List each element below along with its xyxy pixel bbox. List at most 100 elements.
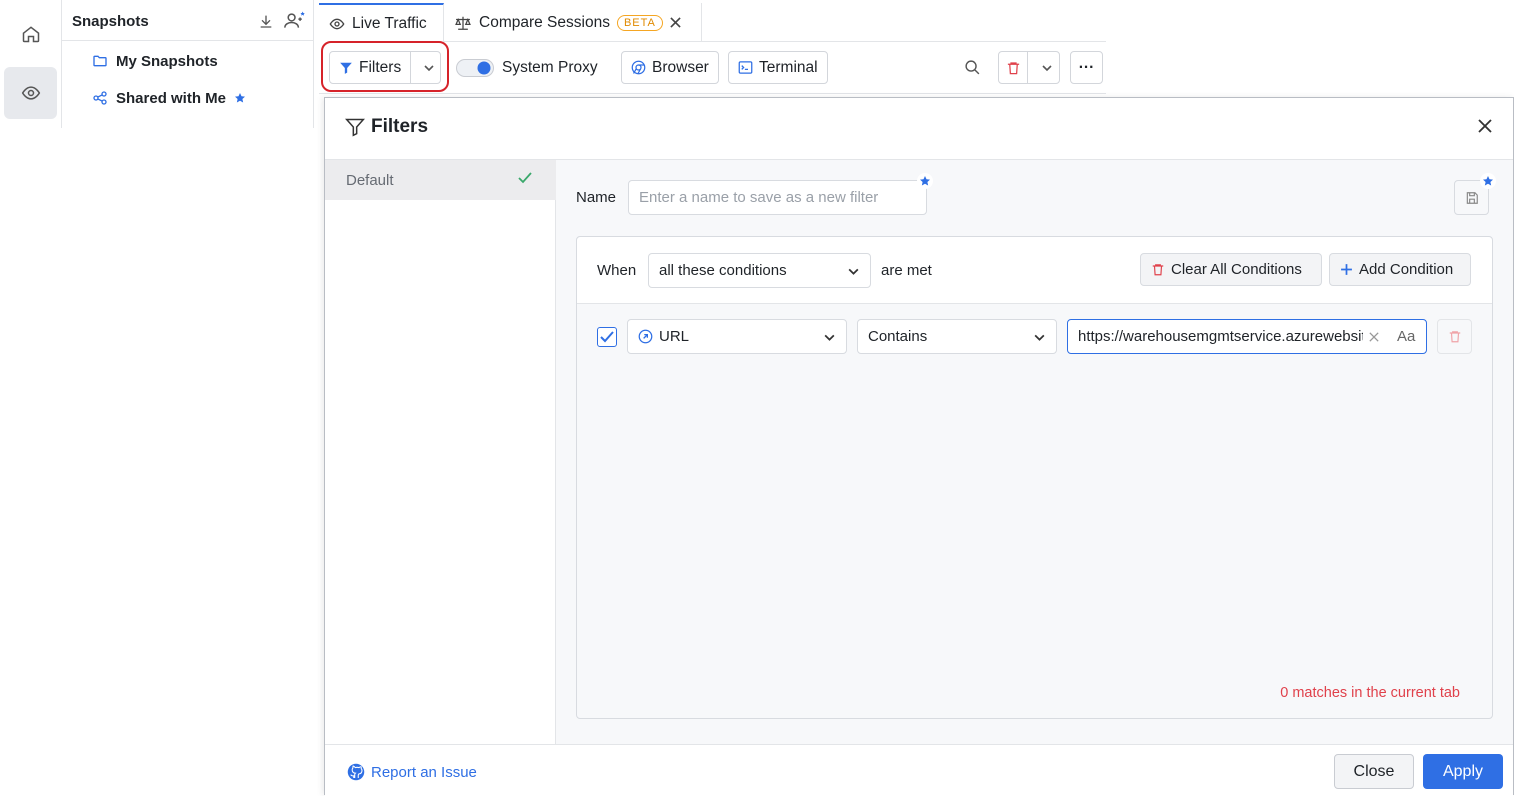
condition-value-text: https://warehousemgmtservice.azurewebsit… — [1078, 328, 1363, 345]
save-icon — [1465, 191, 1479, 205]
terminal-label: Terminal — [759, 58, 818, 76]
add-condition-button[interactable]: Add Condition — [1329, 253, 1471, 286]
filters-dropdown-button[interactable] — [417, 52, 440, 83]
check-icon — [518, 172, 532, 184]
clear-all-label: Clear All Conditions — [1171, 261, 1302, 278]
clear-traffic-button[interactable] — [999, 52, 1029, 83]
filter-presets-list: Default — [325, 160, 556, 744]
eye-icon — [21, 83, 41, 103]
share-icon — [92, 90, 108, 106]
condition-value-input[interactable]: https://warehousemgmtservice.azurewebsit… — [1067, 319, 1427, 354]
chevron-down-icon — [823, 331, 836, 344]
filters-modal: Filters Default Name Enter a name to sav… — [324, 97, 1514, 796]
delete-condition-button[interactable] — [1437, 319, 1472, 354]
download-icon[interactable] — [258, 13, 274, 29]
clear-traffic-split-button — [998, 51, 1060, 84]
home-icon — [21, 24, 41, 44]
snapshots-header: Snapshots — [62, 3, 314, 41]
chevron-down-icon — [1033, 331, 1046, 344]
condition-operator-value: Contains — [868, 328, 928, 345]
report-issue-label: Report an Issue — [371, 763, 477, 781]
tab-label: Live Traffic — [352, 14, 427, 32]
report-issue-link[interactable]: Report an Issue — [347, 763, 477, 781]
matches-count-text: 0 matches in the current tab — [1280, 685, 1460, 701]
more-icon: ··· — [1078, 58, 1095, 76]
tab-label: Compare Sessions — [479, 13, 610, 31]
system-proxy-toggle[interactable]: System Proxy — [456, 59, 598, 77]
conditions-header: When all these conditions are met Clear … — [577, 237, 1492, 304]
shared-with-me-item[interactable]: Shared with Me — [92, 86, 246, 110]
my-snapshots-label: My Snapshots — [116, 52, 218, 70]
clear-all-conditions-button[interactable]: Clear All Conditions — [1140, 253, 1322, 286]
close-icon[interactable] — [1477, 118, 1493, 134]
name-label: Name — [576, 189, 617, 206]
modal-footer: Report an Issue Close Apply — [325, 744, 1513, 796]
filters-label: Filters — [359, 58, 402, 76]
snapshots-title: Snapshots — [72, 13, 149, 30]
folder-icon — [92, 53, 108, 69]
toolbar: Filters System Proxy Browser Terminal ··… — [319, 41, 1106, 94]
shared-with-me-label: Shared with Me — [116, 89, 227, 107]
more-button[interactable]: ··· — [1070, 51, 1103, 84]
eye-icon — [329, 16, 345, 32]
match-case-toggle[interactable]: Aa — [1397, 328, 1415, 345]
terminal-icon — [738, 60, 753, 75]
home-button[interactable] — [4, 8, 57, 60]
filter-outline-icon — [345, 117, 365, 137]
modal-title: Filters — [345, 116, 428, 138]
url-icon — [638, 329, 653, 344]
toggle-switch[interactable] — [456, 59, 494, 77]
browser-button[interactable]: Browser — [621, 51, 719, 84]
scale-icon — [454, 15, 472, 31]
add-condition-label: Add Condition — [1359, 261, 1454, 278]
plus-icon — [1340, 263, 1353, 276]
snapshots-panel: Snapshots My Snapshots Shared with Me — [62, 0, 314, 128]
search-icon[interactable] — [964, 59, 981, 76]
github-icon — [347, 763, 365, 781]
conditions-box: When all these conditions are met Clear … — [576, 236, 1493, 719]
trash-icon — [1151, 262, 1165, 277]
close-button[interactable]: Close — [1334, 754, 1414, 789]
filters-button[interactable]: Filters — [330, 52, 412, 83]
star-icon — [917, 173, 933, 189]
terminal-button[interactable]: Terminal — [728, 51, 828, 84]
clear-dropdown-button[interactable] — [1034, 52, 1059, 83]
condition-operator-select[interactable]: Contains — [857, 319, 1057, 354]
trash-icon — [1006, 60, 1021, 76]
tab-compare-sessions[interactable]: Compare Sessions BETA — [444, 3, 702, 42]
tab-bar: Live Traffic Compare Sessions BETA — [319, 3, 1106, 42]
match-mode-value: all these conditions — [659, 262, 787, 279]
are-met-label: are met — [881, 262, 932, 279]
my-snapshots-item[interactable]: My Snapshots — [92, 49, 218, 73]
share-user-icon[interactable] — [284, 10, 306, 30]
star-icon — [1480, 173, 1496, 189]
left-rail — [0, 0, 62, 128]
modal-title-text: Filters — [371, 116, 429, 137]
modal-header: Filters — [325, 98, 1513, 160]
browser-label: Browser — [652, 58, 709, 76]
match-mode-select[interactable]: all these conditions — [648, 253, 871, 288]
condition-enabled-checkbox[interactable] — [597, 327, 617, 347]
preset-default[interactable]: Default — [325, 160, 556, 200]
condition-field-select[interactable]: URL — [627, 319, 847, 354]
filter-editor: Name Enter a name to save as a new filte… — [556, 160, 1513, 744]
tab-live-traffic[interactable]: Live Traffic — [319, 3, 444, 42]
condition-field-value: URL — [659, 328, 690, 345]
trash-icon — [1448, 329, 1462, 344]
beta-badge: BETA — [616, 14, 663, 31]
chevron-down-icon — [1041, 62, 1053, 74]
clear-input-icon[interactable] — [1369, 331, 1379, 342]
chevron-down-icon — [847, 265, 860, 278]
apply-button[interactable]: Apply — [1423, 754, 1503, 789]
chevron-down-icon — [423, 62, 435, 74]
traffic-button[interactable] — [4, 67, 57, 119]
filter-icon — [339, 61, 353, 75]
filter-name-input[interactable]: Enter a name to save as a new filter — [628, 180, 927, 215]
when-label: When — [597, 262, 637, 279]
star-icon — [234, 92, 246, 104]
system-proxy-label: System Proxy — [502, 59, 598, 76]
chrome-icon — [631, 60, 646, 75]
preset-label: Default — [346, 171, 394, 189]
filters-split-button: Filters — [329, 51, 441, 84]
close-tab-icon[interactable] — [670, 17, 681, 28]
